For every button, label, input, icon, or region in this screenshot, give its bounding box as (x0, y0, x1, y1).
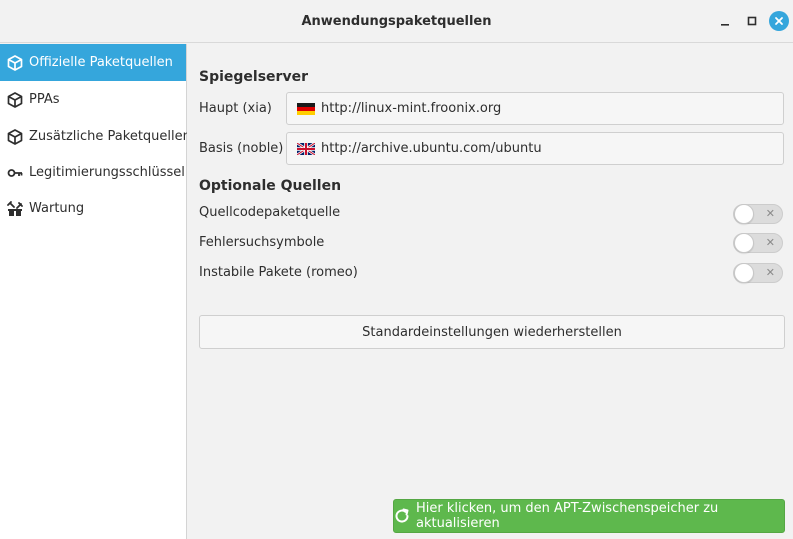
package-icon (7, 54, 23, 71)
toggle-off-icon: ✕ (765, 236, 775, 249)
optional-section-title: Optionale Quellen (199, 178, 342, 194)
main-mirror-button[interactable]: http://linux-mint.froonix.org (286, 92, 784, 125)
minimize-icon (721, 24, 729, 26)
main-panel: Spiegelserver Haupt (xia) http://linux-m… (187, 44, 793, 539)
sidebar-item-label: Zusätzliche Paketquellen (29, 129, 191, 144)
sidebar-item-label: Offizielle Paketquellen (29, 55, 173, 70)
sidebar-item-label: PPAs (29, 92, 60, 107)
maximize-button[interactable] (742, 11, 762, 31)
close-button[interactable] (769, 11, 789, 31)
sidebar-item-official-sources[interactable]: Offizielle Paketquellen (0, 44, 186, 81)
base-mirror-label: Basis (noble) (199, 141, 284, 156)
sidebar-item-ppas[interactable]: PPAs (0, 81, 186, 118)
toggle-knob (734, 233, 754, 253)
package-icon (7, 91, 23, 108)
title-bar: Anwendungspaketquellen (0, 0, 793, 43)
update-apt-cache-button[interactable]: Hier klicken, um den APT-Zwischenspeiche… (393, 499, 785, 533)
toggle-off-icon: ✕ (765, 207, 775, 220)
key-icon (7, 165, 23, 181)
mirrors-section-title: Spiegelserver (199, 69, 308, 85)
main-mirror-url: http://linux-mint.froonix.org (321, 101, 502, 116)
window-title: Anwendungspaketquellen (301, 14, 492, 29)
minimize-button[interactable] (715, 11, 735, 31)
source-code-toggle[interactable]: ✕ (733, 204, 783, 224)
base-mirror-button[interactable]: http://archive.ubuntu.com/ubuntu (286, 132, 784, 165)
sidebar: Offizielle Paketquellen PPAs Zusätzliche… (0, 44, 191, 539)
toggle-knob (734, 263, 754, 283)
toggle-off-icon: ✕ (765, 266, 775, 279)
unstable-packages-toggle[interactable]: ✕ (733, 263, 783, 283)
debug-symbols-toggle[interactable]: ✕ (733, 233, 783, 253)
main-mirror-label: Haupt (xia) (199, 101, 272, 116)
sidebar-item-label: Wartung (29, 201, 85, 216)
maintenance-icon (7, 200, 23, 217)
germany-flag-icon (297, 102, 315, 115)
close-icon (775, 17, 783, 25)
restore-defaults-button[interactable]: Standardeinstellungen wiederherstellen (199, 315, 785, 349)
source-code-label: Quellcodepaketquelle (199, 205, 341, 220)
base-mirror-url: http://archive.ubuntu.com/ubuntu (321, 141, 542, 156)
package-icon (7, 128, 23, 145)
debug-symbols-label: Fehlersuchsymbole (199, 235, 325, 250)
refresh-icon (394, 508, 410, 524)
update-apt-cache-label: Hier klicken, um den APT-Zwischenspeiche… (416, 501, 719, 531)
sidebar-item-keys[interactable]: Legitimierungsschlüssel (0, 154, 186, 191)
unstable-packages-label: Instabile Pakete (romeo) (199, 265, 358, 280)
toggle-knob (734, 204, 754, 224)
sidebar-item-label: Legitimierungsschlüssel (29, 165, 185, 180)
maximize-icon (747, 16, 757, 26)
sidebar-item-additional-sources[interactable]: Zusätzliche Paketquellen (0, 118, 191, 155)
sidebar-item-maintenance[interactable]: Wartung (0, 190, 186, 227)
uk-flag-icon (297, 142, 315, 155)
